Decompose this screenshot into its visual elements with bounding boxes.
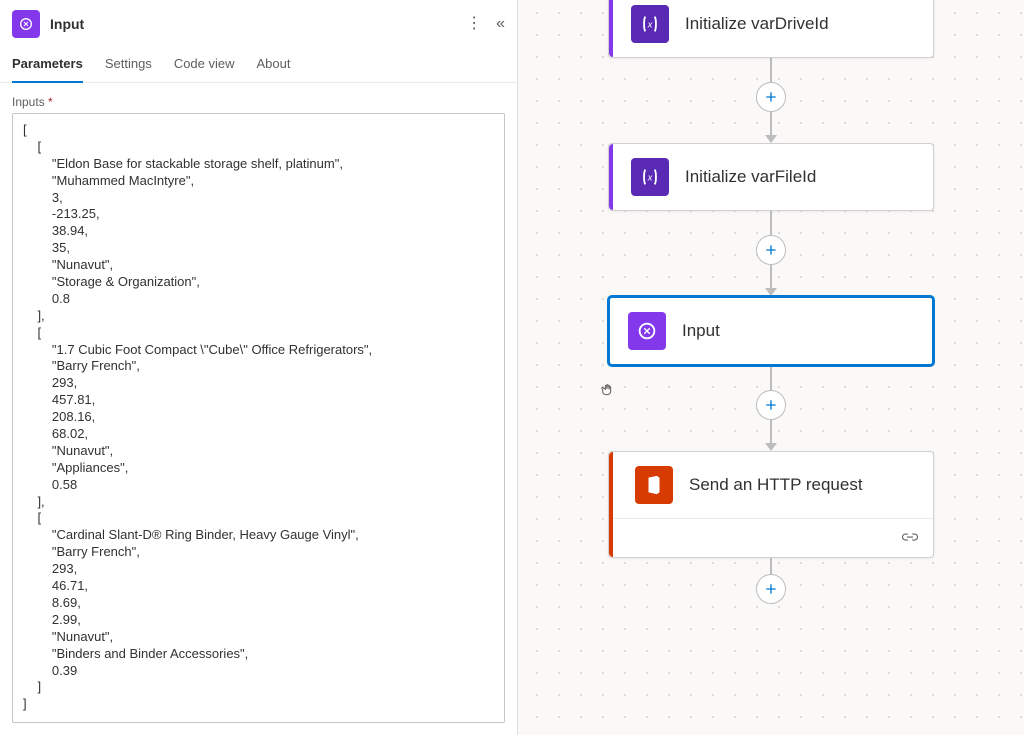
panel-header: Input ⋮ « [0,0,517,46]
inputs-textarea[interactable]: [ [ "Eldon Base for stackable storage sh… [12,113,505,723]
node-initialize-vardriveid[interactable]: x Initialize varDriveId [608,0,934,58]
flow-canvas[interactable]: x Initialize varDriveId x Initialize var… [518,0,1024,735]
more-icon[interactable]: ⋮ [466,16,482,32]
link-icon [901,530,919,547]
inputs-label: Inputs * [0,83,517,113]
add-step-button[interactable] [756,390,786,420]
svg-text:x: x [647,20,653,30]
tab-settings[interactable]: Settings [105,56,152,83]
panel-title: Input [50,16,456,32]
node-initialize-varfileid[interactable]: x Initialize varFileId [608,143,934,211]
node-title: Initialize varFileId [685,167,816,187]
compose-icon [12,10,40,38]
properties-panel: Input ⋮ « Parameters Settings Code view … [0,0,518,735]
node-title: Input [682,321,720,341]
office-icon [635,466,673,504]
tab-codeview[interactable]: Code view [174,56,235,83]
node-title: Send an HTTP request [689,475,863,495]
collapse-icon[interactable]: « [496,16,505,32]
node-send-http-request[interactable]: Send an HTTP request [608,451,934,558]
compose-icon [628,312,666,350]
tab-about[interactable]: About [257,56,291,83]
add-step-button[interactable] [756,574,786,604]
add-step-button[interactable] [756,235,786,265]
node-input[interactable]: Input [608,296,934,366]
node-title: Initialize varDriveId [685,14,829,34]
add-step-button[interactable] [756,82,786,112]
flow-column: x Initialize varDriveId x Initialize var… [601,0,941,600]
variable-icon: x [631,158,669,196]
tabs: Parameters Settings Code view About [0,46,517,83]
svg-text:x: x [647,173,653,183]
tab-parameters[interactable]: Parameters [12,56,83,83]
variable-icon: x [631,5,669,43]
